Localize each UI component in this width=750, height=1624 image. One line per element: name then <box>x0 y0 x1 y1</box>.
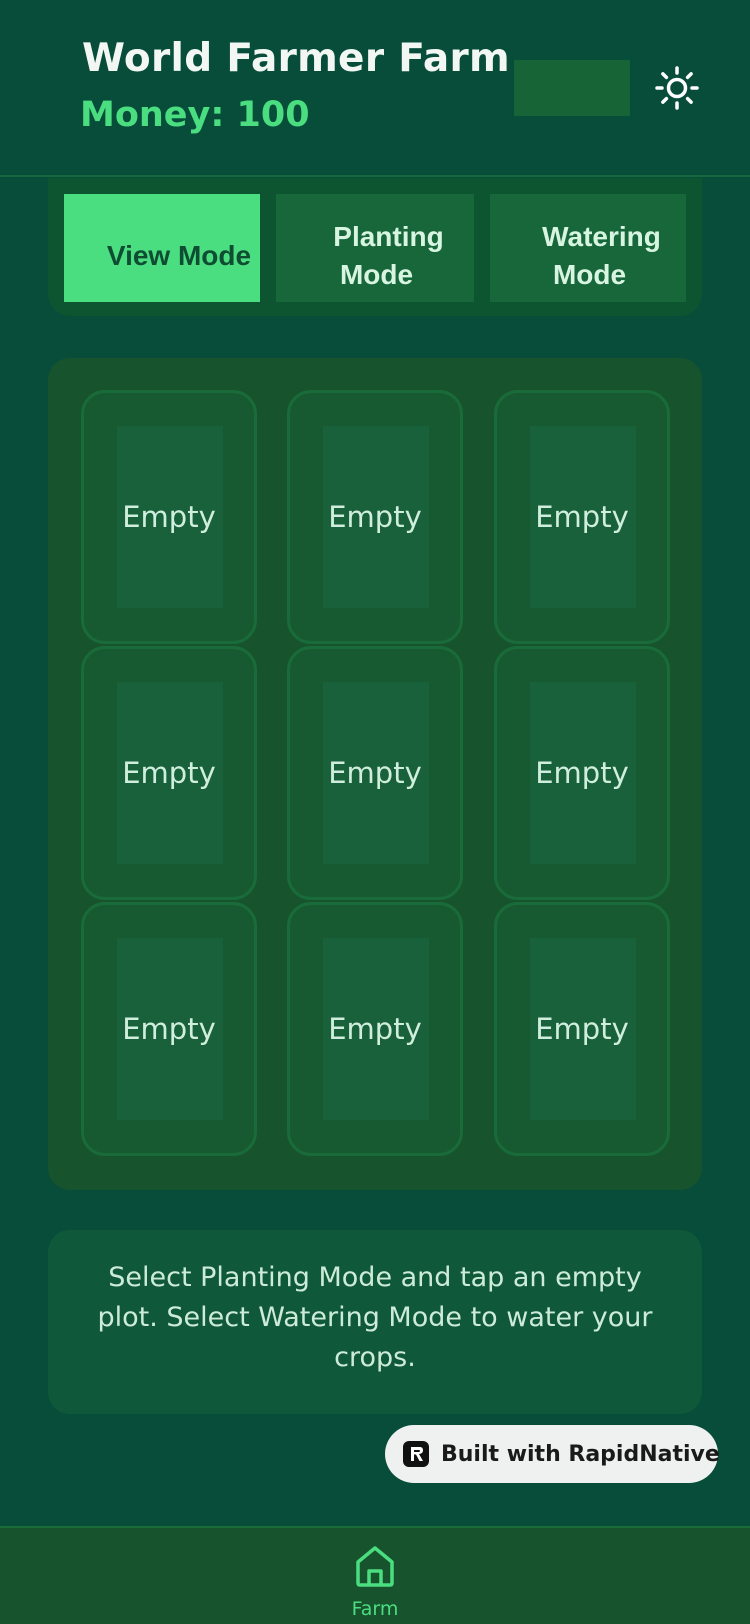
watering-mode-button[interactable]: Watering Mode <box>490 194 686 302</box>
plot-label: Empty <box>535 500 629 534</box>
farm-plot[interactable]: Empty <box>494 902 670 1156</box>
plot-label: Empty <box>328 500 422 534</box>
plot-label: Empty <box>122 1012 216 1046</box>
header: World Farmer Farm Money: 100 <box>0 0 750 177</box>
plot-label: Empty <box>535 1012 629 1046</box>
farm-plot[interactable]: Empty <box>494 390 670 644</box>
farm-plot[interactable]: Empty <box>81 390 257 644</box>
farm-plot[interactable]: Empty <box>287 902 463 1156</box>
header-action-box[interactable] <box>514 60 630 116</box>
planting-mode-label: Planting Mode <box>333 221 444 290</box>
farm-plot[interactable]: Empty <box>287 390 463 644</box>
plot-label: Empty <box>328 756 422 790</box>
badge-text: Built with RapidNative <box>441 1441 720 1467</box>
bottom-tab-bar: Farm <box>0 1526 750 1624</box>
tab-farm[interactable]: Farm <box>335 1528 415 1624</box>
sun-icon[interactable] <box>654 65 700 111</box>
farm-plot[interactable]: Empty <box>287 646 463 900</box>
watering-mode-label: Watering Mode <box>542 221 661 290</box>
farm-plot[interactable]: Empty <box>494 646 670 900</box>
farm-plot[interactable]: Empty <box>81 902 257 1156</box>
planting-mode-button[interactable]: Planting Mode <box>276 194 474 302</box>
farm-grid: Empty Empty Empty Empty Empty Empty Empt… <box>48 358 702 1190</box>
plot-label: Empty <box>535 756 629 790</box>
money-label: Money: <box>80 95 225 135</box>
tab-farm-label: Farm <box>351 1598 399 1620</box>
mode-selector: View Mode Planting Mode Watering Mode <box>48 178 702 316</box>
app-title: World Farmer Farm <box>82 36 510 81</box>
view-mode-label: View Mode <box>106 240 252 271</box>
money-value: 100 <box>236 95 310 135</box>
rapidnative-logo-icon <box>403 1441 429 1467</box>
money-display: Money: 100 <box>80 95 310 135</box>
farm-plot[interactable]: Empty <box>81 646 257 900</box>
instructions-box: Select Planting Mode and tap an empty pl… <box>48 1230 702 1414</box>
built-with-badge[interactable]: Built with RapidNative <box>385 1425 720 1483</box>
home-icon <box>356 1546 394 1587</box>
view-mode-button[interactable]: View Mode <box>64 194 260 302</box>
plot-label: Empty <box>328 1012 422 1046</box>
plot-label: Empty <box>122 756 216 790</box>
plot-label: Empty <box>122 500 216 534</box>
